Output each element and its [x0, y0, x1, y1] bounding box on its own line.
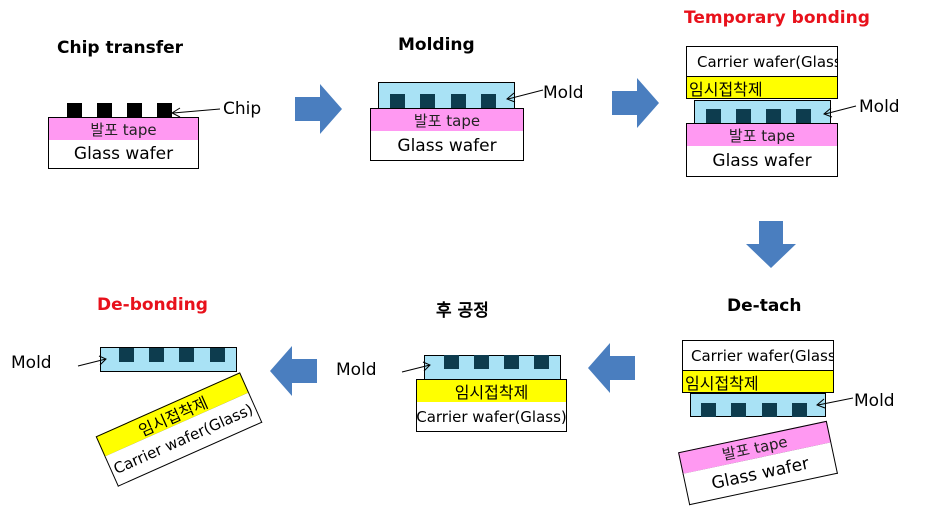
foam-tape-layer: 발포 tape	[48, 117, 199, 141]
mold-label: Mold	[11, 353, 52, 373]
chip	[444, 355, 459, 369]
chip	[796, 109, 811, 123]
mold-label: Mold	[336, 360, 377, 380]
foam-tape-layer: 발포 tape	[370, 108, 524, 132]
flow-arrow-right-icon	[295, 84, 342, 134]
chip	[119, 348, 134, 362]
detached-adhesive-carrier-stack: 임시접착제 Carrier wafer(Glass)	[95, 372, 263, 487]
carrier-wafer-layer: Carrier wafer(Glass)	[416, 402, 567, 432]
mold-label: Mold	[543, 83, 584, 103]
flow-arrow-right-icon	[612, 78, 659, 128]
chip	[481, 94, 496, 108]
mold-pointer-arrow	[816, 397, 854, 409]
mold-pointer-arrow	[77, 355, 107, 367]
flow-arrow-left-icon	[270, 346, 317, 396]
step-title-molding: Molding	[398, 35, 475, 55]
chip	[149, 348, 164, 362]
chip	[736, 109, 751, 123]
chip	[792, 403, 807, 417]
flow-arrow-left-icon	[588, 343, 635, 393]
chip	[766, 109, 781, 123]
temporary-adhesive-layer: 임시접착제	[686, 76, 838, 99]
step-title-de-tach: De-tach	[727, 296, 802, 316]
temporary-adhesive-layer: 임시접착제	[682, 370, 834, 393]
carrier-wafer-layer: Carrier wafer(Glass)	[682, 340, 834, 371]
step-title-chip-transfer: Chip transfer	[57, 38, 184, 58]
chip-pointer-arrow	[170, 107, 221, 118]
chip	[420, 94, 435, 108]
temporary-adhesive-layer: 임시접착제	[416, 379, 567, 403]
chip	[67, 103, 82, 117]
step-title-de-bonding: De-bonding	[97, 295, 208, 315]
chip	[390, 94, 405, 108]
chip	[504, 355, 519, 369]
chip	[762, 403, 777, 417]
chip	[474, 355, 489, 369]
chip	[127, 103, 142, 117]
foam-tape-layer: 발포 tape	[686, 123, 838, 147]
carrier-wafer-layer: Carrier wafer(Glass)	[686, 46, 838, 77]
chip	[97, 103, 112, 117]
chip	[706, 109, 721, 123]
chip-label: Chip	[223, 99, 262, 119]
step-title-post-process: 후 공정	[436, 301, 489, 321]
mold-pointer-arrow	[823, 105, 857, 118]
mold-label: Mold	[859, 97, 900, 117]
mold-label: Mold	[854, 391, 895, 411]
step-title-temporary-bonding: Temporary bonding	[684, 8, 870, 28]
chip	[701, 403, 716, 417]
chip	[451, 94, 466, 108]
mold-pointer-arrow	[506, 89, 544, 103]
detached-tape-glass-stack: 발포 tape Glass wafer	[678, 420, 838, 506]
chip	[731, 403, 746, 417]
glass-wafer-layer: Glass wafer	[48, 140, 199, 169]
glass-wafer-layer: Glass wafer	[686, 146, 838, 177]
flow-arrow-down-icon	[746, 221, 796, 268]
mold-pointer-arrow	[401, 361, 431, 373]
chip	[534, 355, 549, 369]
chip	[210, 348, 225, 362]
glass-wafer-layer: Glass wafer	[370, 131, 524, 161]
chip	[179, 348, 194, 362]
